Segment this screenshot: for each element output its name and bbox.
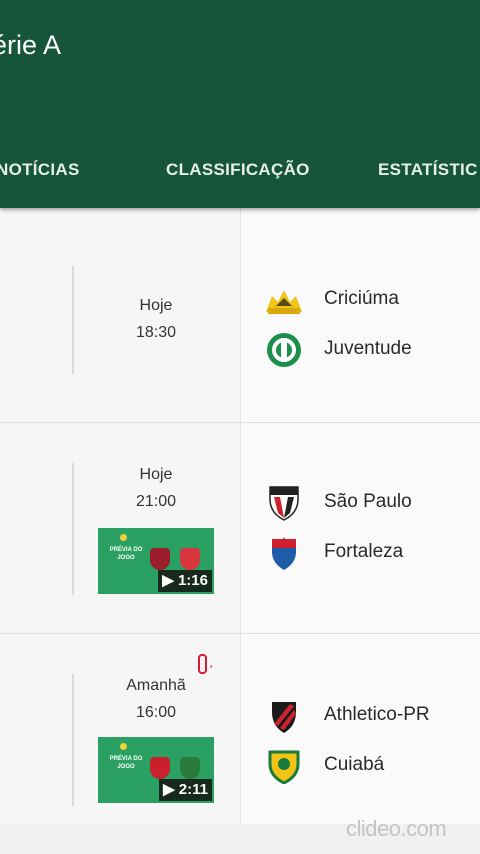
tab-estatisticas[interactable]: ESTATÍSTIC — [378, 160, 478, 180]
app-header: érie A NOTÍCIAS CLASSIFICAÇÃO ESTATÍSTIC — [0, 0, 480, 208]
athletico-crest-icon — [272, 702, 296, 733]
tab-noticias[interactable]: NOTÍCIAS — [0, 160, 80, 180]
home-team[interactable]: Athletico-PR — [264, 696, 480, 736]
home-team[interactable]: Criciúma — [264, 280, 480, 320]
video-caption: PRÉVIA DO JOGO — [109, 547, 143, 561]
cursor-marker-icon — [198, 654, 207, 674]
video-duration: ▶ 1:16 — [158, 570, 212, 592]
brand-icon — [120, 534, 127, 541]
match-datetime: Amanhã 16:00 — [100, 672, 212, 726]
brand-icon — [120, 743, 127, 750]
match-datetime: Hoje 21:00 — [100, 461, 212, 515]
team-crest-icon — [150, 757, 170, 779]
home-team[interactable]: São Paulo — [264, 483, 480, 523]
criciuma-crest-icon — [266, 290, 302, 314]
video-thumbnail[interactable]: PRÉVIA DO JOGO ▶ 1:16 — [98, 528, 214, 594]
team-name: Cuiabá — [324, 754, 385, 775]
team-name: Criciúma — [324, 288, 399, 309]
juventude-crest-icon — [267, 333, 301, 367]
match-time: 18:30 — [135, 324, 177, 341]
match-day: Amanhã — [126, 677, 186, 694]
sao-paulo-crest-icon — [269, 486, 299, 521]
team-crest-icon — [180, 548, 200, 570]
team-crest-icon — [150, 548, 170, 570]
match-time: 16:00 — [135, 704, 177, 721]
team-crest-icon — [180, 757, 200, 779]
divider — [72, 674, 74, 806]
match-card[interactable]: Hoje 18:30 Criciúma Juventude — [0, 208, 480, 423]
match-day: Hoje — [139, 466, 173, 483]
match-time: 21:00 — [135, 493, 177, 510]
video-caption: PRÉVIA DO JOGO — [109, 756, 143, 770]
fortaleza-crest-icon — [272, 537, 296, 570]
match-datetime: Hoje 18:30 — [100, 292, 212, 346]
team-name: Juventude — [324, 338, 412, 359]
away-team[interactable]: Cuiabá — [264, 746, 480, 786]
match-day: Hoje — [139, 297, 173, 314]
tab-classificacao[interactable]: CLASSIFICAÇÃO — [166, 160, 310, 180]
away-team[interactable]: Juventude — [264, 330, 480, 370]
team-name: São Paulo — [324, 491, 412, 512]
cuiaba-crest-icon — [268, 750, 300, 784]
match-card[interactable]: Hoje 21:00 PRÉVIA DO JOGO ▶ 1:16 São Pau… — [0, 423, 480, 634]
video-duration: ▶ 2:11 — [159, 779, 212, 801]
divider — [72, 463, 74, 595]
team-name: Athletico-PR — [324, 704, 430, 725]
page-title: érie A — [0, 30, 62, 60]
watermark: clideo.com — [346, 816, 447, 841]
match-card[interactable]: Amanhã 16:00 PRÉVIA DO JOGO ▶ 2:11 Athle… — [0, 634, 480, 824]
divider — [72, 266, 74, 374]
team-name: Fortaleza — [324, 541, 404, 562]
video-thumbnail[interactable]: PRÉVIA DO JOGO ▶ 2:11 — [98, 737, 214, 803]
cursor-marker-dot-icon: • — [210, 664, 213, 671]
away-team[interactable]: Fortaleza — [264, 533, 480, 573]
